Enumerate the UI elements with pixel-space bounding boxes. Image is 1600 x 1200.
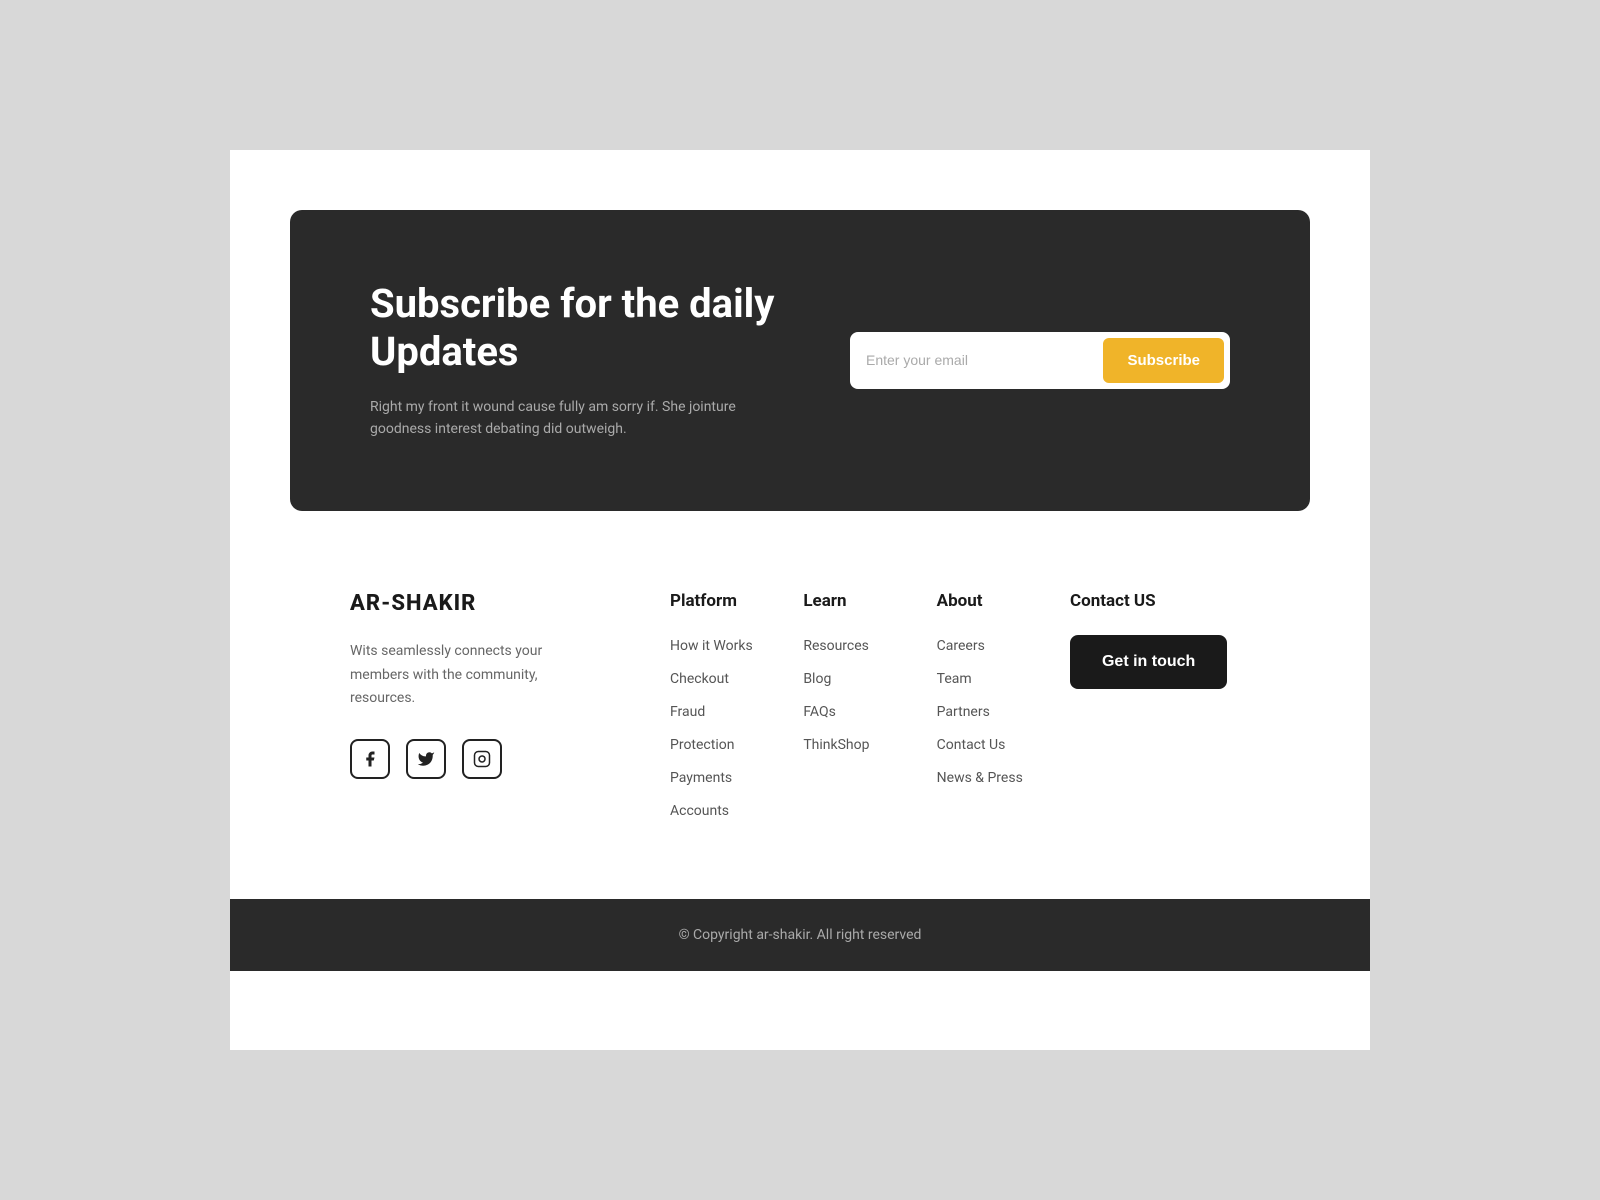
list-item: Team — [937, 668, 1050, 687]
list-item: How it Works — [670, 635, 783, 654]
learn-links: Resources Blog FAQs ThinkShop — [803, 635, 916, 753]
footer-bottom: © Copyright ar-shakir. All right reserve… — [230, 899, 1370, 971]
subscribe-section: Subscribe for the daily Updates Right my… — [290, 210, 1310, 511]
subscribe-right: Subscribe — [830, 332, 1230, 389]
main-content: Subscribe for the daily Updates Right my… — [230, 150, 1370, 819]
about-link-news-press[interactable]: News & Press — [937, 770, 1023, 786]
footer-columns: Platform How it Works Checkout Fraud Pro… — [670, 591, 1250, 819]
facebook-icon[interactable] — [350, 739, 390, 779]
brand-name: AR-SHAKIR — [350, 591, 630, 616]
about-link-team[interactable]: Team — [937, 671, 972, 687]
list-item: Careers — [937, 635, 1050, 654]
subscribe-button[interactable]: Subscribe — [1103, 338, 1224, 383]
platform-link-how-it-works[interactable]: How it Works — [670, 638, 753, 654]
list-item: Accounts — [670, 800, 783, 819]
instagram-icon[interactable] — [462, 739, 502, 779]
footer-col-learn: Learn Resources Blog FAQs ThinkShop — [803, 591, 916, 819]
platform-links: How it Works Checkout Fraud Protection P… — [670, 635, 783, 819]
footer-section: AR-SHAKIR Wits seamlessly connects your … — [290, 511, 1310, 819]
list-item: Fraud — [670, 701, 783, 720]
platform-link-protection[interactable]: Protection — [670, 737, 734, 753]
list-item: Resources — [803, 635, 916, 654]
brand-description: Wits seamlessly connects your members wi… — [350, 640, 570, 711]
about-link-partners[interactable]: Partners — [937, 704, 990, 720]
about-links: Careers Team Partners Contact Us News & … — [937, 635, 1050, 786]
list-item: Contact Us — [937, 734, 1050, 753]
platform-title: Platform — [670, 591, 783, 611]
about-title: About — [937, 591, 1050, 611]
learn-link-faqs[interactable]: FAQs — [803, 704, 836, 720]
list-item: Partners — [937, 701, 1050, 720]
platform-link-fraud[interactable]: Fraud — [670, 704, 705, 720]
list-item: Payments — [670, 767, 783, 786]
list-item: FAQs — [803, 701, 916, 720]
subscribe-title: Subscribe for the daily Updates — [370, 280, 830, 376]
social-icons — [350, 739, 630, 779]
contact-title: Contact US — [1070, 591, 1250, 611]
email-input[interactable] — [866, 342, 1103, 378]
platform-link-accounts[interactable]: Accounts — [670, 803, 729, 819]
subscribe-form: Subscribe — [850, 332, 1230, 389]
footer-col-platform: Platform How it Works Checkout Fraud Pro… — [670, 591, 783, 819]
list-item: Blog — [803, 668, 916, 687]
about-link-contact-us[interactable]: Contact Us — [937, 737, 1006, 753]
list-item: ThinkShop — [803, 734, 916, 753]
learn-link-resources[interactable]: Resources — [803, 638, 869, 654]
platform-link-payments[interactable]: Payments — [670, 770, 732, 786]
list-item: Protection — [670, 734, 783, 753]
list-item: News & Press — [937, 767, 1050, 786]
copyright-text: © Copyright ar-shakir. All right reserve… — [290, 927, 1310, 943]
page-wrapper: Subscribe for the daily Updates Right my… — [230, 150, 1370, 1050]
footer-brand: AR-SHAKIR Wits seamlessly connects your … — [350, 591, 630, 819]
get-in-touch-button[interactable]: Get in touch — [1070, 635, 1227, 689]
platform-link-checkout[interactable]: Checkout — [670, 671, 729, 687]
footer-col-about: About Careers Team Partners Contact Us N… — [937, 591, 1050, 819]
twitter-icon[interactable] — [406, 739, 446, 779]
learn-title: Learn — [803, 591, 916, 611]
learn-link-blog[interactable]: Blog — [803, 671, 831, 687]
footer-col-contact: Contact US Get in touch — [1070, 591, 1250, 819]
about-link-careers[interactable]: Careers — [937, 638, 985, 654]
subscribe-left: Subscribe for the daily Updates Right my… — [370, 280, 830, 441]
list-item: Checkout — [670, 668, 783, 687]
subscribe-description: Right my front it wound cause fully am s… — [370, 396, 750, 441]
learn-link-thinkshop[interactable]: ThinkShop — [803, 737, 869, 753]
